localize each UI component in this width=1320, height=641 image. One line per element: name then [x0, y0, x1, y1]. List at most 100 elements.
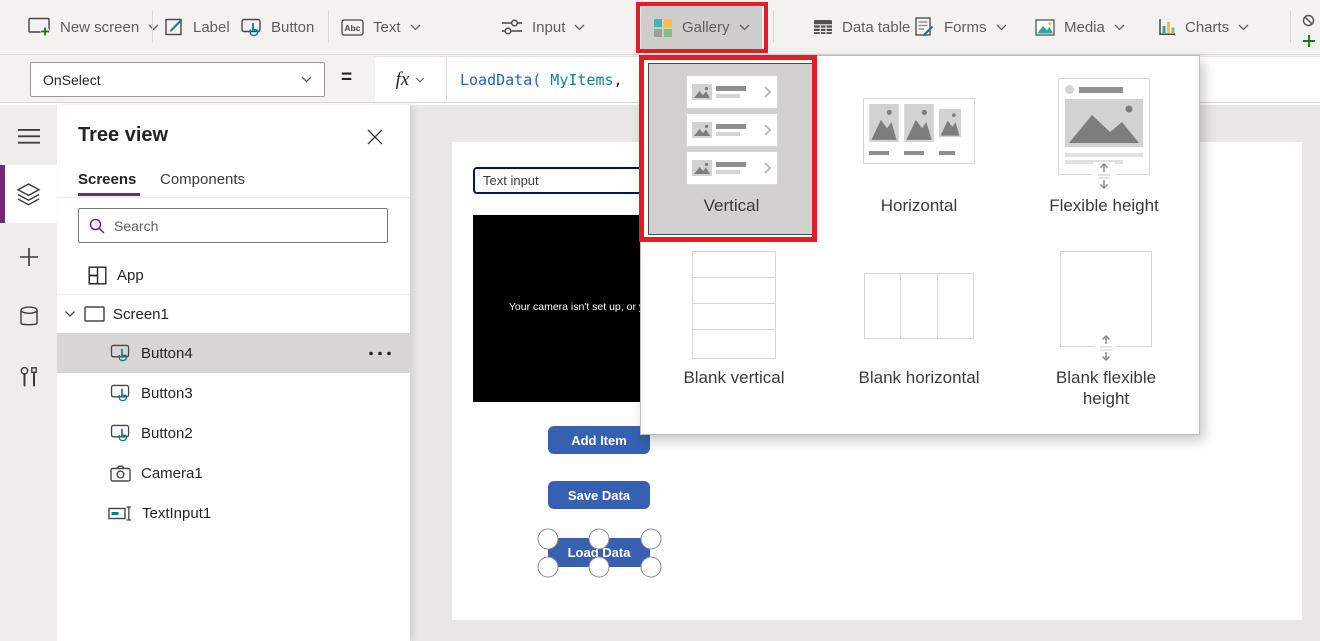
gallery-label: Gallery — [682, 19, 730, 36]
data-sources-icon — [19, 306, 39, 328]
add-item-button-control[interactable]: Add Item — [548, 426, 650, 454]
input-icon — [501, 18, 523, 36]
formula-input[interactable]: LoadData( MyItems, — [460, 57, 623, 103]
tree-view-rail-button[interactable] — [0, 165, 57, 223]
chevron-down-icon — [1114, 24, 1125, 31]
save-data-button-control[interactable]: Save Data — [548, 481, 650, 509]
chevron-down-icon — [64, 310, 76, 318]
input-label: Input — [532, 19, 565, 36]
ellipsis-icon — [368, 351, 392, 356]
blank-horizontal-preview — [864, 273, 974, 339]
button-label: Button — [271, 19, 314, 36]
overflow-menu-button[interactable] — [368, 351, 392, 356]
thumbnail-icon — [904, 104, 934, 142]
data-table-button[interactable]: Data table — [813, 0, 910, 54]
tab-components[interactable]: Components — [160, 171, 245, 188]
formula-argument: MyItems — [541, 71, 613, 89]
horizontal-gallery-preview — [863, 98, 975, 164]
data-rail-button[interactable] — [0, 288, 57, 346]
data-table-label: Data table — [842, 19, 910, 36]
media-button[interactable]: Media — [1035, 0, 1125, 54]
tree-item-label: Screen1 — [113, 306, 169, 323]
close-icon — [367, 129, 383, 145]
tree-item-label: TextInput1 — [142, 505, 211, 522]
tree-search[interactable] — [78, 208, 388, 243]
text-button[interactable]: Abc Text — [341, 0, 421, 54]
toolbar-divider — [328, 11, 329, 43]
vertical-gallery-preview — [686, 75, 778, 185]
tree-item-button2[interactable]: Button2 — [57, 413, 410, 453]
chevron-down-icon — [996, 24, 1007, 31]
gallery-option-vertical[interactable]: Vertical — [648, 63, 815, 235]
text-input-icon — [108, 506, 132, 521]
tree-item-button4[interactable]: Button4 — [57, 333, 410, 373]
forms-label: Forms — [944, 19, 987, 36]
input-button[interactable]: Input — [501, 0, 585, 54]
fx-dropdown[interactable]: fx — [375, 57, 447, 103]
new-screen-button[interactable]: New screen — [28, 0, 159, 54]
property-selector[interactable]: OnSelect — [30, 62, 325, 97]
tree-item-button3[interactable]: Button3 — [57, 373, 410, 413]
selection-handle-bottom-right[interactable] — [641, 557, 662, 578]
button-control-icon — [110, 424, 131, 442]
gallery-dropdown-menu: Vertical Horizontal Flexible height — [640, 55, 1200, 435]
flexible-height-gallery-preview — [1058, 78, 1150, 175]
gallery-option-blank-vertical[interactable]: Blank vertical — [641, 244, 827, 422]
chevron-down-icon — [410, 24, 421, 31]
plus-icon — [1302, 34, 1316, 48]
tree-view-title: Tree view — [78, 124, 168, 147]
thumbnail-icon — [1065, 99, 1143, 147]
chevron-down-icon — [148, 24, 159, 31]
tree-item-label: Button2 — [141, 425, 193, 442]
tree-view-icon — [16, 183, 41, 206]
selection-handle-bottom-center[interactable] — [589, 557, 610, 578]
chevron-down-icon — [415, 77, 425, 83]
gallery-option-blank-horizontal[interactable]: Blank horizontal — [826, 244, 1012, 422]
app-icon — [88, 266, 107, 285]
gallery-option-flexible-height[interactable]: Flexible height — [1011, 63, 1197, 235]
tree-item-camera1[interactable]: Camera1 — [57, 453, 410, 493]
button-button[interactable]: Button — [241, 0, 314, 54]
media-icon — [1035, 19, 1055, 36]
blank-vertical-preview — [692, 251, 776, 359]
selection-handle-top-center[interactable] — [589, 529, 610, 550]
thumbnail-icon — [692, 84, 712, 100]
selection-handle-bottom-left[interactable] — [538, 557, 559, 578]
gallery-button[interactable]: Gallery — [641, 4, 762, 51]
gallery-option-label: Blank horizontal — [859, 367, 980, 388]
blocked-button-partial[interactable] — [1302, 14, 1316, 48]
gallery-option-horizontal[interactable]: Horizontal — [826, 63, 1012, 235]
forms-button[interactable]: Forms — [915, 0, 1007, 54]
text-icon: Abc — [341, 19, 364, 36]
gallery-icon — [653, 18, 673, 38]
gallery-option-label: Horizontal — [881, 195, 958, 216]
toolbar-divider — [152, 11, 153, 43]
toolbar-divider — [1290, 11, 1291, 43]
thumbnail-icon — [692, 122, 712, 138]
selection-handle-top-right[interactable] — [641, 529, 662, 550]
tree-item-app[interactable]: App — [57, 256, 410, 294]
button-control-icon — [110, 344, 131, 362]
selection-handle-top-left[interactable] — [538, 529, 559, 550]
left-rail — [0, 105, 57, 641]
chevron-down-icon — [1238, 24, 1249, 31]
menu-button[interactable] — [0, 107, 57, 165]
tree-item-textinput1[interactable]: TextInput1 — [57, 493, 410, 533]
new-screen-label: New screen — [60, 19, 139, 36]
fx-label: fx — [396, 69, 410, 91]
label-button[interactable]: Label — [165, 0, 230, 54]
search-input[interactable] — [114, 218, 354, 234]
close-tree-view-button[interactable] — [365, 127, 385, 147]
menu-icon — [18, 129, 40, 144]
tree-item-screen1[interactable]: Screen1 — [57, 295, 410, 333]
charts-button[interactable]: Charts — [1158, 0, 1249, 54]
chevron-right-icon — [764, 86, 772, 98]
tab-screens[interactable]: Screens — [78, 171, 136, 188]
insert-rail-button[interactable] — [0, 228, 57, 286]
active-rail-indicator — [0, 165, 5, 223]
thumbnail-icon — [939, 104, 961, 142]
screen-icon — [84, 306, 105, 322]
advanced-tools-rail-button[interactable] — [0, 348, 57, 406]
gallery-option-blank-flexible-height[interactable]: Blank flexible height — [1011, 244, 1201, 434]
chevron-right-icon — [764, 162, 772, 174]
